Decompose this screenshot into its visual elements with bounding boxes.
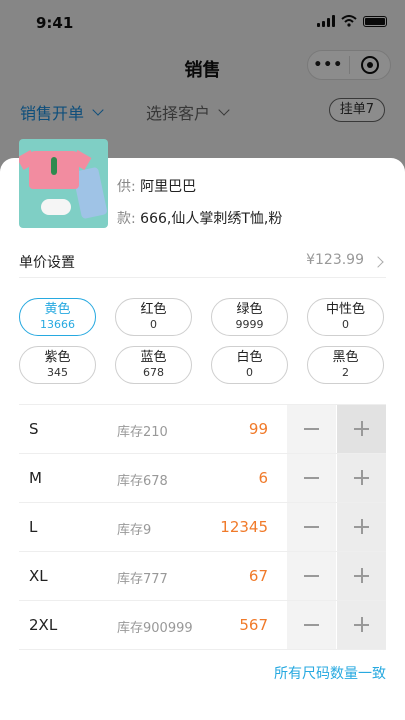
color-chip-blue[interactable]: 蓝色 678: [115, 346, 192, 384]
product-thumbnail: [19, 139, 108, 228]
size-quantity-table: S 库存210 99 M 库存678 6 L 库存9 12345 XL 库存77…: [19, 404, 386, 650]
color-chip-green[interactable]: 绿色 9999: [211, 298, 288, 336]
size-stock: 库存678: [117, 474, 168, 489]
size-stock: 库存9: [117, 523, 152, 538]
color-chip-purple[interactable]: 紫色 345: [19, 346, 96, 384]
color-qty: 0: [150, 318, 157, 331]
color-qty: 0: [342, 318, 349, 331]
increase-button[interactable]: [337, 405, 386, 453]
size-row-s: S 库存210 99: [19, 405, 386, 454]
unit-price-value: ¥123.99: [306, 252, 364, 268]
color-name: 黄色: [44, 302, 71, 317]
size-quantity[interactable]: 12345: [220, 518, 268, 536]
color-name: 红色: [140, 302, 167, 317]
chevron-right-icon: [372, 256, 384, 268]
size-label: XL: [29, 567, 48, 585]
color-chip-neutral[interactable]: 中性色 0: [307, 298, 384, 336]
product-supplier: 供: 阿里巴巴: [117, 176, 196, 196]
color-qty: 2: [342, 366, 349, 379]
unit-price-label: 单价设置: [19, 255, 75, 271]
size-row-m: M 库存678 6: [19, 454, 386, 503]
size-label: L: [29, 518, 38, 536]
decrease-button[interactable]: [287, 405, 336, 453]
color-chip-white[interactable]: 白色 0: [211, 346, 288, 384]
shoe-graphic: [41, 199, 71, 215]
product-style: 款: 666,仙人掌刺绣T恤,粉: [117, 208, 282, 228]
size-label: S: [29, 420, 39, 438]
decrease-button[interactable]: [287, 552, 336, 600]
size-quantity[interactable]: 99: [249, 420, 268, 438]
size-quantity[interactable]: 567: [239, 616, 268, 634]
size-row-2xl: 2XL 库存900999 567: [19, 601, 386, 650]
color-name: 紫色: [44, 350, 71, 365]
size-label: 2XL: [29, 616, 58, 634]
size-stock: 库存900999: [117, 621, 193, 636]
color-qty: 0: [246, 366, 253, 379]
increase-button[interactable]: [337, 503, 386, 551]
supplier-name: 阿里巴巴: [140, 179, 197, 195]
color-qty: 678: [143, 366, 164, 379]
size-row-l: L 库存9 12345: [19, 503, 386, 552]
color-qty: 345: [47, 366, 68, 379]
cactus-graphic: [51, 157, 57, 175]
color-name: 绿色: [236, 302, 263, 317]
color-name: 白色: [236, 350, 263, 365]
increase-button[interactable]: [337, 552, 386, 600]
color-chip-red[interactable]: 红色 0: [115, 298, 192, 336]
size-stock: 库存777: [117, 572, 168, 587]
decrease-button[interactable]: [287, 454, 336, 502]
color-name: 蓝色: [140, 350, 167, 365]
color-qty: 9999: [235, 318, 264, 331]
color-qty: 13666: [40, 318, 75, 331]
color-name: 黑色: [332, 350, 359, 365]
color-name: 中性色: [325, 302, 365, 317]
decrease-button[interactable]: [287, 601, 336, 649]
style-name: 666,仙人掌刺绣T恤,粉: [140, 211, 283, 227]
size-stock: 库存210: [117, 425, 168, 440]
increase-button[interactable]: [337, 601, 386, 649]
decrease-button[interactable]: [287, 503, 336, 551]
uniform-quantity-link[interactable]: 所有尺码数量一致: [274, 663, 386, 683]
supplier-label: 供:: [117, 179, 136, 195]
size-quantity[interactable]: 67: [249, 567, 268, 585]
size-quantity[interactable]: 6: [258, 469, 268, 487]
product-sheet: 供: 阿里巴巴 款: 666,仙人掌刺绣T恤,粉 单价设置 ¥123.99 黄色…: [0, 139, 405, 720]
size-label: M: [29, 469, 42, 487]
color-chip-black[interactable]: 黑色 2: [307, 346, 384, 384]
increase-button[interactable]: [337, 454, 386, 502]
size-row-xl: XL 库存777 67: [19, 552, 386, 601]
style-label: 款:: [117, 211, 136, 227]
unit-price-row[interactable]: 单价设置 ¥123.99: [19, 248, 386, 278]
color-chip-yellow[interactable]: 黄色 13666: [19, 298, 96, 336]
